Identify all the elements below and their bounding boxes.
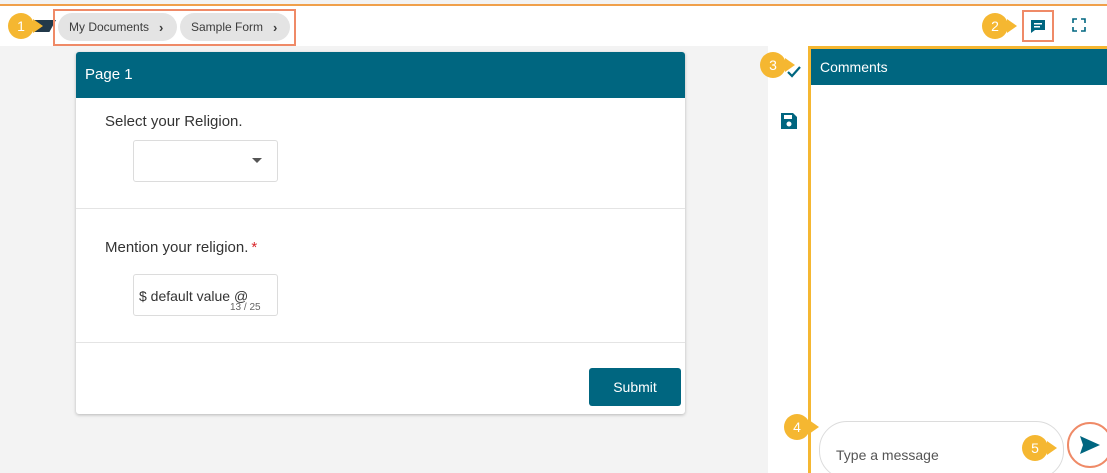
breadcrumb-item-sample-form[interactable]: Sample Form › [180, 13, 290, 41]
chevron-right-icon: › [159, 19, 164, 35]
question-religion-text-label: Mention your religion. * [105, 239, 257, 256]
breadcrumb-item-label: Sample Form [191, 20, 264, 34]
divider [76, 342, 685, 343]
chevron-right-icon: › [273, 19, 278, 35]
breadcrumb-item-label: My Documents [69, 20, 150, 34]
save-icon[interactable] [780, 112, 798, 130]
religion-dropdown[interactable] [133, 140, 278, 182]
callout-badge-1: 1 [8, 13, 43, 39]
caret-down-icon [252, 158, 262, 163]
comment-icon [1031, 19, 1045, 33]
callout-badge-4: 4 [784, 414, 819, 440]
divider [76, 208, 685, 209]
page-title: Page 1 [76, 52, 685, 98]
submit-button[interactable]: Submit [589, 368, 681, 406]
send-button[interactable] [1067, 422, 1107, 468]
send-icon [1080, 436, 1100, 454]
comments-panel: Comments [808, 46, 1107, 473]
question-label-text: Mention your religion. [105, 239, 249, 256]
callout-badge-3: 3 [760, 52, 795, 78]
required-marker: * [251, 239, 258, 256]
comment-toggle-button[interactable] [1022, 10, 1054, 42]
question-religion-select-label: Select your Religion. [105, 113, 243, 130]
character-counter: 13 / 25 [230, 302, 261, 313]
religion-text-input[interactable]: $ default value @ 13 / 25 [133, 274, 278, 316]
callout-badge-5: 5 [1022, 435, 1057, 461]
side-action-strip [768, 46, 808, 473]
fullscreen-icon[interactable] [1072, 18, 1086, 32]
form-panel: Page 1 Select your Religion. Mention you… [76, 52, 685, 414]
comments-title: Comments [811, 49, 1107, 85]
breadcrumb-item-my-documents[interactable]: My Documents › [58, 13, 177, 41]
callout-badge-2: 2 [982, 13, 1017, 39]
